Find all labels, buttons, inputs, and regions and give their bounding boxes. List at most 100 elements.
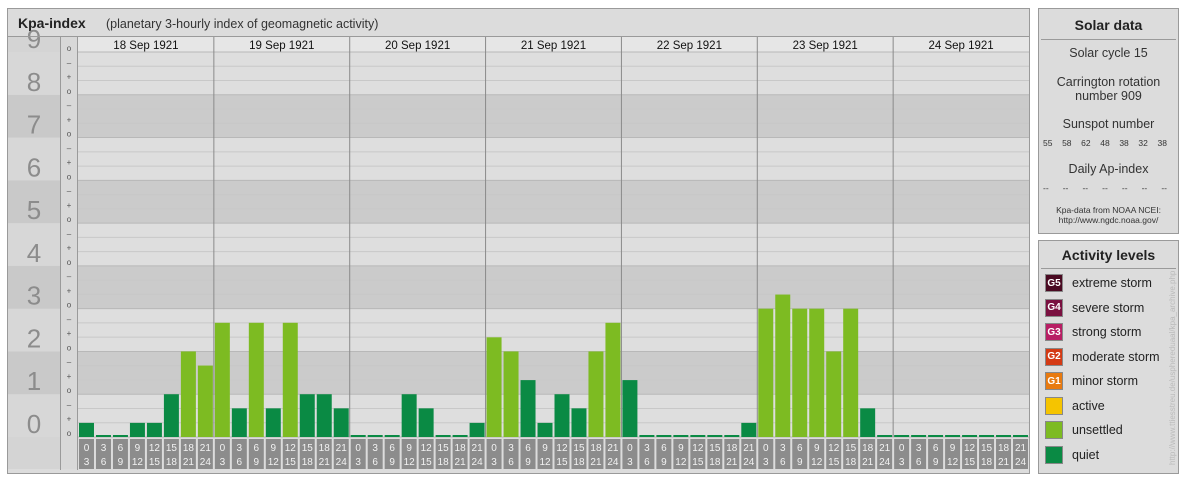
kpa-bar-chart: 0123456789o+–o+–o+–o+–o+–o+–o+–o+–o+–o 18… xyxy=(8,24,1029,470)
activity-level-swatch xyxy=(1045,421,1063,439)
day-label: 21 Sep 1921 xyxy=(521,40,586,52)
kp-bar xyxy=(928,435,944,437)
hour-start-label: 18 xyxy=(319,443,331,454)
minor-tick-label: – xyxy=(67,272,72,281)
kp-bar xyxy=(537,422,553,437)
hour-end-label: 21 xyxy=(183,457,195,468)
kp-bar xyxy=(231,408,247,437)
kp-bar xyxy=(860,408,876,437)
ap-value: -- xyxy=(1043,183,1049,193)
hour-end-label: 24 xyxy=(472,457,484,468)
activity-level-label: extreme storm xyxy=(1072,276,1152,290)
kp-bar xyxy=(452,435,468,437)
activity-level-swatch xyxy=(1045,445,1063,464)
hour-start-label: 6 xyxy=(525,443,531,454)
sunspot-value: 48 xyxy=(1100,138,1110,148)
hour-end-label: 3 xyxy=(491,457,497,468)
activity-level-swatch: G2 xyxy=(1045,347,1063,366)
hour-start-label: 3 xyxy=(916,443,922,454)
hour-end-label: 9 xyxy=(254,457,260,468)
hour-end-label: 12 xyxy=(132,457,144,468)
kp-bar xyxy=(809,308,825,437)
kp-bar xyxy=(962,435,978,437)
hour-start-label: 0 xyxy=(627,443,633,454)
hour-start-label: 12 xyxy=(556,443,568,454)
y-tick-label: 1 xyxy=(27,366,41,396)
kp-bar xyxy=(996,435,1012,437)
hour-start-label: 12 xyxy=(149,443,161,454)
ap-index-values: -- -- -- -- -- -- -- xyxy=(1043,183,1167,193)
hour-start-label: 12 xyxy=(285,443,297,454)
hour-end-label: 24 xyxy=(743,457,755,468)
minor-tick-label: o xyxy=(67,301,72,310)
hour-start-label: 21 xyxy=(1015,443,1027,454)
hour-end-label: 21 xyxy=(455,457,467,468)
hour-start-label: 3 xyxy=(372,443,378,454)
data-source-url: http://www.ngdc.noaa.gov/ xyxy=(1058,215,1159,225)
activity-level-item: quiet xyxy=(1045,445,1099,465)
activity-level-label: quiet xyxy=(1072,447,1100,462)
hour-end-label: 12 xyxy=(539,457,551,468)
minor-tick-label: o xyxy=(67,44,72,53)
minor-tick-label: – xyxy=(67,400,72,409)
solar-title-divider xyxy=(1041,39,1176,40)
ap-value: -- xyxy=(1082,183,1089,193)
kp-bar xyxy=(622,380,638,437)
hour-start-label: 12 xyxy=(692,443,704,454)
sunspot-values: 55 58 62 48 38 32 38 xyxy=(1043,138,1167,148)
hour-end-label: 3 xyxy=(220,457,226,468)
kp-bar xyxy=(316,394,332,437)
y-tick-label: 3 xyxy=(27,281,41,311)
y-tick-label: 5 xyxy=(27,195,41,225)
hour-end-label: 15 xyxy=(149,457,161,468)
kp-bar xyxy=(129,422,145,437)
hour-start-label: 21 xyxy=(607,443,619,454)
kp-bar xyxy=(911,435,927,437)
minor-tick-label: + xyxy=(67,244,72,253)
minor-tick-label: + xyxy=(67,73,72,82)
solar-data-panel: Solar data Solar cycle 15 Carrington rot… xyxy=(1038,8,1179,234)
hour-end-label: 18 xyxy=(302,457,314,468)
hour-start-label: 18 xyxy=(455,443,467,454)
minor-tick-label: – xyxy=(67,101,72,110)
kp-level-band xyxy=(78,94,1029,138)
day-label: 23 Sep 1921 xyxy=(793,40,858,52)
activity-title-divider xyxy=(1041,268,1176,269)
kp-bar xyxy=(333,408,349,437)
hour-start-label: 21 xyxy=(879,443,891,454)
day-label: 22 Sep 1921 xyxy=(657,40,722,52)
minor-tick-label: + xyxy=(67,115,72,124)
hour-start-label: 3 xyxy=(237,443,243,454)
hour-end-label: 15 xyxy=(692,457,704,468)
day-label: 18 Sep 1921 xyxy=(113,40,178,52)
hour-end-label: 3 xyxy=(355,457,361,468)
activity-level-label: strong storm xyxy=(1072,325,1142,339)
activity-level-label: active xyxy=(1072,398,1105,413)
hour-end-label: 9 xyxy=(797,457,803,468)
hour-start-label: 18 xyxy=(998,443,1010,454)
hour-start-label: 6 xyxy=(118,443,124,454)
minor-tick-label: + xyxy=(67,329,72,338)
kp-bar xyxy=(656,435,672,437)
activity-levels-title: Activity levels xyxy=(1061,247,1156,263)
kp-bar xyxy=(350,435,366,437)
hour-end-label: 6 xyxy=(508,457,514,468)
hour-end-label: 9 xyxy=(118,457,124,468)
kp-level-band xyxy=(78,137,1029,181)
hour-end-label: 6 xyxy=(101,457,107,468)
kp-bar xyxy=(588,351,604,437)
kp-bar xyxy=(469,422,485,437)
hour-start-label: 6 xyxy=(933,443,939,454)
minor-tick-label: + xyxy=(67,158,72,167)
activity-level-item: unsettled xyxy=(1045,420,1123,440)
hour-start-label: 21 xyxy=(743,443,755,454)
kp-bar xyxy=(945,435,961,437)
hour-start-label: 15 xyxy=(845,443,857,454)
hour-end-label: 21 xyxy=(862,457,874,468)
hour-start-label: 0 xyxy=(220,443,226,454)
hour-start-label: 6 xyxy=(661,443,667,454)
minor-tick-label: o xyxy=(67,258,72,267)
sunspot-value: 58 xyxy=(1062,138,1072,148)
activity-level-label: unsettled xyxy=(1072,423,1123,437)
hour-end-label: 12 xyxy=(675,457,687,468)
